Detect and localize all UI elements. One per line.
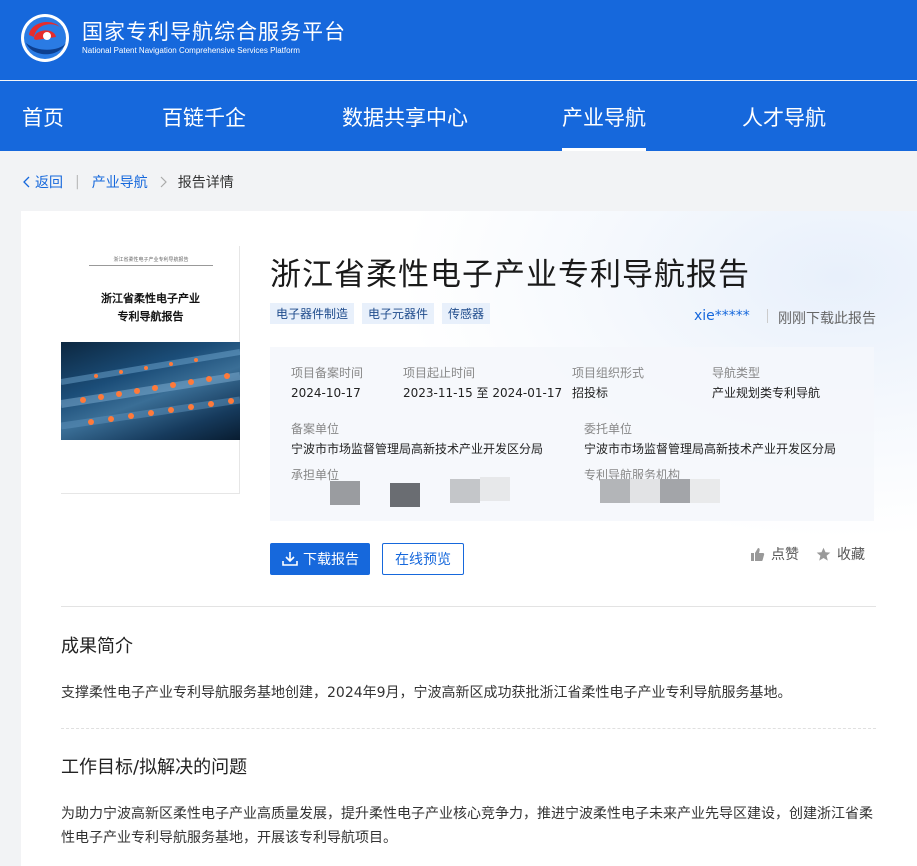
divider: [767, 309, 768, 323]
masked-value: [390, 483, 420, 507]
favorite-label: 收藏: [837, 547, 865, 563]
download-icon: [282, 552, 298, 566]
field-label: 项目组织形式: [572, 366, 645, 380]
field-label: 委托单位: [584, 422, 633, 436]
field-label: 项目起止时间: [403, 366, 476, 380]
back-label: 返回: [35, 175, 63, 191]
nav-item-data-center[interactable]: 数据共享中心: [342, 81, 468, 151]
like-label: 点赞: [771, 547, 799, 563]
masked-value: [330, 481, 360, 505]
summary-heading: 成果简介: [61, 636, 133, 657]
tag[interactable]: 电子元器件: [362, 303, 435, 324]
cover-title: 浙江省柔性电子产业 专利导航报告: [61, 290, 240, 326]
download-label: 下载报告: [303, 552, 359, 568]
field-value: 招投标: [572, 386, 609, 400]
like-button[interactable]: 点赞: [750, 544, 799, 564]
cover-title-line-1: 浙江省柔性电子产业: [101, 292, 200, 305]
entrust-unit-field: 委托单位 宁波市市场监督管理局高新技术产业开发区分局: [584, 421, 836, 457]
chevron-left-icon: [23, 176, 30, 188]
breadcrumb: 返回 | 产业导航 报告详情: [22, 172, 234, 192]
star-icon: [816, 547, 831, 561]
tag[interactable]: 电子器件制造: [270, 303, 355, 324]
field-label: 备案单位: [291, 422, 340, 436]
download-report-button[interactable]: 下载报告: [270, 543, 370, 575]
org-form-field: 项目组织形式 招投标: [572, 365, 644, 401]
tag[interactable]: 传感器: [442, 303, 491, 324]
favorite-button[interactable]: 收藏: [816, 544, 865, 564]
logo-icon: [20, 13, 70, 63]
download-note: 刚刚下载此报告: [778, 311, 876, 327]
report-detail-card: 浙江省柔性电子产业专利导航报告 浙江省柔性电子产业 专利导航报告 浙江省柔性电子…: [21, 211, 917, 866]
field-value: 2023-11-15 至 2024-01-17: [403, 386, 563, 400]
masked-value: [660, 479, 690, 503]
masked-value: [630, 479, 660, 503]
nav-item-industry-navigation[interactable]: 产业导航: [562, 81, 646, 151]
report-title: 浙江省柔性电子产业专利导航报告: [270, 257, 750, 293]
logo-title-en: National Patent Navigation Comprehensive…: [82, 46, 300, 55]
masked-value: [690, 479, 720, 503]
goals-heading: 工作目标/拟解决的问题: [61, 757, 248, 778]
chevron-right-icon: [160, 176, 167, 188]
nav-item-enterprises[interactable]: 百链千企: [162, 81, 246, 151]
cover-photo: [61, 342, 240, 440]
field-value: 宁波市市场监督管理局高新技术产业开发区分局: [584, 442, 837, 456]
downloader-username: xie*****: [694, 308, 750, 324]
goals-text: 为助力宁波高新区柔性电子产业高质量发展，提升柔性电子产业核心竞争力，推进宁波柔性…: [61, 806, 873, 846]
nav-item-home[interactable]: 首页: [22, 81, 64, 151]
tag-list: 电子器件制造 电子元器件 传感器: [270, 303, 498, 324]
dashed-divider: [61, 728, 876, 729]
section-divider: [61, 606, 876, 607]
record-unit-field: 备案单位 宁波市市场监督管理局高新技术产业开发区分局: [291, 421, 543, 457]
field-value: 2024-10-17: [291, 386, 361, 400]
field-label: 导航类型: [712, 366, 761, 380]
back-link[interactable]: 返回: [22, 172, 63, 192]
cover-header: 浙江省柔性电子产业专利导航报告: [89, 256, 213, 266]
masked-value: [600, 479, 630, 503]
breadcrumb-parent[interactable]: 产业导航: [92, 172, 148, 192]
online-preview-button[interactable]: 在线预览: [382, 543, 464, 575]
thumbs-up-icon: [751, 547, 765, 561]
breadcrumb-divider: |: [75, 174, 80, 190]
nav-type-field: 导航类型 产业规划类专利导航: [712, 365, 820, 401]
logo-title-cn: 国家专利导航综合服务平台: [82, 20, 346, 44]
report-cover[interactable]: 浙江省柔性电子产业专利导航报告 浙江省柔性电子产业 专利导航报告: [61, 246, 240, 494]
field-value: 产业规划类专利导航: [712, 386, 821, 400]
period-field: 项目起止时间 2023-11-15 至 2024-01-17: [403, 365, 562, 401]
record-time-field: 项目备案时间 2024-10-17: [291, 365, 363, 401]
platform-logo[interactable]: 国家专利导航综合服务平台 National Patent Navigation …: [20, 13, 346, 63]
project-info-panel: 项目备案时间 2024-10-17 项目起止时间 2023-11-15 至 20…: [270, 347, 874, 521]
nav-item-talent-navigation[interactable]: 人才导航: [742, 81, 826, 151]
breadcrumb-current: 报告详情: [177, 175, 234, 191]
masked-value: [480, 477, 510, 501]
field-label: 项目备案时间: [291, 366, 364, 380]
masked-value: [450, 479, 480, 503]
cover-title-line-2: 专利导航报告: [117, 310, 184, 323]
summary-text: 支撑柔性电子产业专利导航服务基地创建，2024年9月，宁波高新区成功获批浙江省柔…: [61, 685, 792, 701]
top-header: 国家专利导航综合服务平台 National Patent Navigation …: [0, 0, 917, 80]
field-value: 宁波市市场监督管理局高新技术产业开发区分局: [291, 442, 544, 456]
main-nav: 首页 百链千企 数据共享中心 产业导航 人才导航: [0, 81, 917, 151]
